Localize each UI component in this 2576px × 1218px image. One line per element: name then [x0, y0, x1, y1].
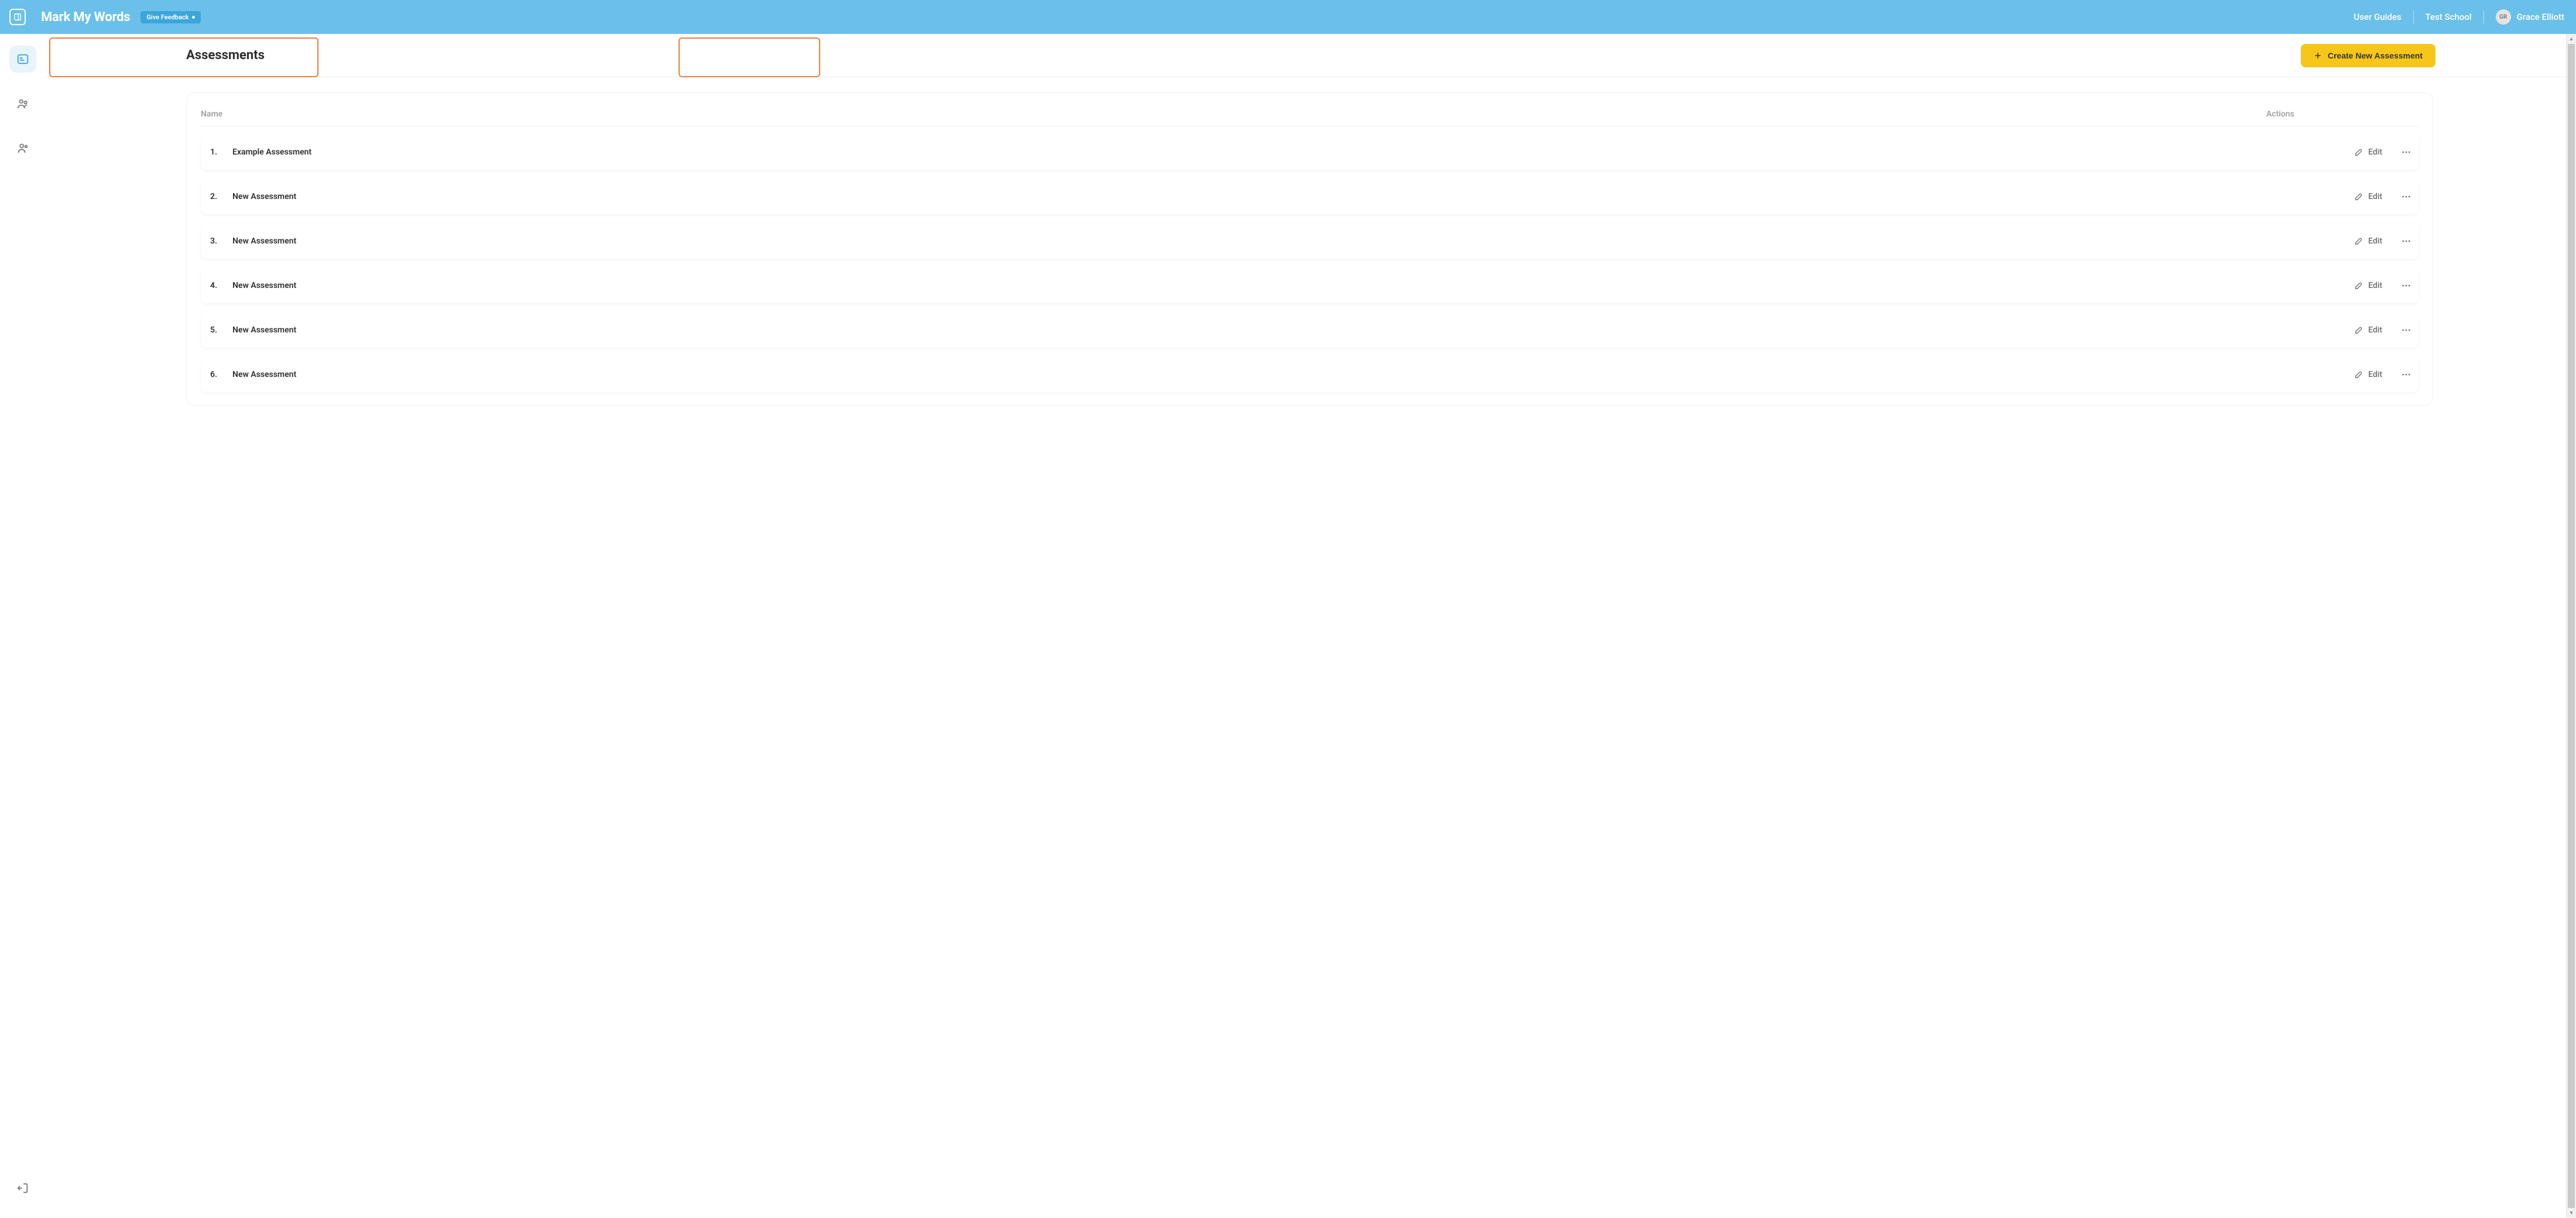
pencil-icon [2354, 325, 2363, 335]
row-index: 1. [210, 147, 232, 157]
scroll-thumb[interactable] [2568, 44, 2575, 1208]
scroll-up-icon[interactable]: ▴ [2567, 34, 2576, 44]
row-more-button[interactable] [2396, 369, 2416, 380]
edit-button[interactable]: Edit [2348, 368, 2388, 382]
sidebar [0, 34, 46, 1218]
edit-button[interactable]: Edit [2348, 323, 2388, 337]
nav-school[interactable]: Test School [2414, 12, 2483, 22]
edit-button[interactable]: Edit [2348, 145, 2388, 159]
edit-label: Edit [2368, 192, 2382, 201]
row-more-button[interactable] [2396, 236, 2416, 246]
more-horizontal-icon [2401, 147, 2411, 157]
vertical-scrollbar[interactable]: ▴ ▾ [2566, 34, 2576, 1218]
more-horizontal-icon [2401, 191, 2411, 202]
edit-label: Edit [2368, 147, 2382, 157]
assessments-card: Name Actions 1. Example Assessment Edit … [186, 92, 2433, 406]
more-horizontal-icon [2401, 280, 2411, 291]
table-row: 5. New Assessment Edit [201, 313, 2419, 348]
row-name: Example Assessment [232, 147, 2348, 157]
more-horizontal-icon [2401, 369, 2411, 380]
pencil-icon [2354, 281, 2363, 290]
edit-label: Edit [2368, 325, 2382, 335]
row-name: New Assessment [232, 325, 2348, 335]
edit-button[interactable]: Edit [2348, 234, 2388, 248]
pencil-icon [2354, 147, 2363, 157]
create-assessment-label: Create New Assessment [2328, 51, 2423, 60]
more-horizontal-icon [2401, 236, 2411, 246]
edit-button[interactable]: Edit [2348, 190, 2388, 204]
row-name: New Assessment [232, 281, 2348, 290]
sidebar-item-people[interactable] [9, 135, 36, 162]
sidebar-item-assessments[interactable] [9, 46, 36, 73]
table-row: 2. New Assessment Edit [201, 179, 2419, 214]
row-index: 6. [210, 370, 232, 379]
give-feedback-label: Give Feedback [146, 13, 189, 21]
create-assessment-button[interactable]: Create New Assessment [2301, 44, 2435, 67]
table-head: Name Actions [201, 106, 2419, 126]
topbar: Mark My Words Give Feedback User Guides … [0, 0, 2576, 34]
table-row: 4. New Assessment Edit [201, 268, 2419, 303]
column-actions: Actions [2266, 109, 2419, 119]
give-feedback-button[interactable]: Give Feedback [141, 11, 201, 23]
row-name: New Assessment [232, 370, 2348, 379]
divider [2483, 11, 2484, 23]
edit-label: Edit [2368, 370, 2382, 379]
avatar[interactable]: GR [2496, 9, 2511, 25]
scroll-down-icon[interactable]: ▾ [2567, 1208, 2576, 1218]
row-index: 3. [210, 236, 232, 246]
row-more-button[interactable] [2396, 280, 2416, 291]
sidebar-logout[interactable] [9, 1175, 36, 1202]
sidebar-item-groups[interactable] [9, 90, 36, 117]
table-row: 6. New Assessment Edit [201, 357, 2419, 392]
row-more-button[interactable] [2396, 325, 2416, 335]
row-name: New Assessment [232, 236, 2348, 246]
row-index: 5. [210, 325, 232, 335]
pencil-icon [2354, 370, 2363, 379]
row-index: 4. [210, 281, 232, 290]
scroll-track[interactable] [2567, 44, 2576, 1208]
app-title: Mark My Words [41, 10, 130, 25]
row-more-button[interactable] [2396, 147, 2416, 157]
main: Assessments Create New Assessment Name A… [46, 34, 2576, 1218]
edit-button[interactable]: Edit [2348, 279, 2388, 293]
pencil-icon [2354, 192, 2363, 201]
more-horizontal-icon [2401, 325, 2411, 335]
table-row: 3. New Assessment Edit [201, 224, 2419, 259]
table-row: 1. Example Assessment Edit [201, 135, 2419, 170]
column-name: Name [201, 109, 2266, 119]
nav-user-guides[interactable]: User Guides [2342, 12, 2413, 22]
row-index: 2. [210, 192, 232, 201]
row-more-button[interactable] [2396, 191, 2416, 202]
feedback-dot-icon [192, 16, 195, 19]
app-logo-icon[interactable] [9, 9, 26, 25]
plus-icon [2314, 52, 2322, 60]
edit-label: Edit [2368, 236, 2382, 246]
edit-label: Edit [2368, 281, 2382, 290]
user-name[interactable]: Grace Elliott [2517, 12, 2564, 22]
pencil-icon [2354, 236, 2363, 246]
page-title: Assessments [186, 48, 265, 63]
row-name: New Assessment [232, 192, 2348, 201]
page-header: Assessments Create New Assessment [46, 34, 2576, 77]
